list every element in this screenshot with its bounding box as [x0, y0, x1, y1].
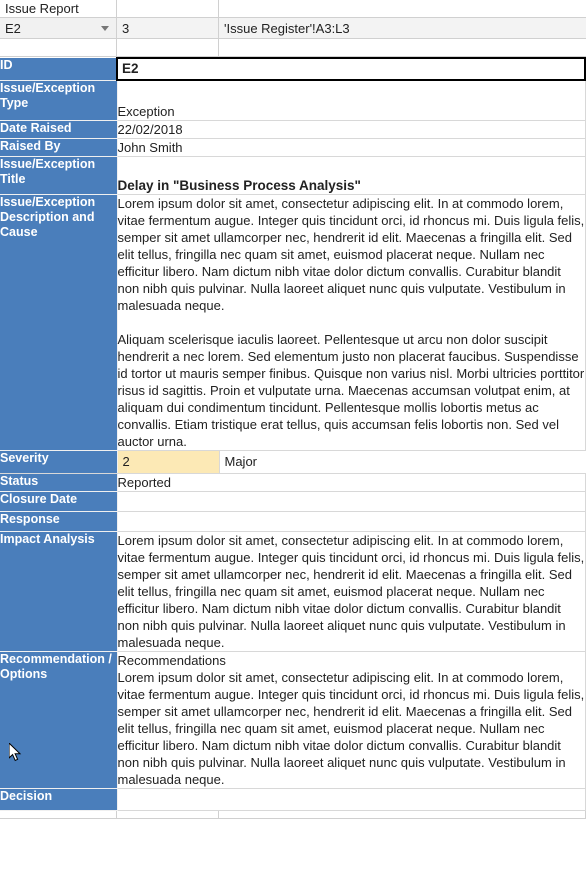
name-and-formula-row: E2 3 'Issue Register'!A3:L3: [0, 18, 586, 39]
table-row: Issue/Exception Title Delay in "Business…: [0, 156, 586, 195]
sheet-title-row: Issue Report: [0, 0, 586, 18]
table-row: Closure Date: [0, 491, 586, 512]
row-label-description: Issue/Exception Description and Cause: [0, 194, 118, 451]
table-row: Date Raised 22/02/2018: [0, 120, 586, 139]
table-row: Impact Analysis Lorem ipsum dolor sit am…: [0, 531, 586, 652]
title-row-spacer-c: [219, 0, 586, 17]
table-row: Response: [0, 511, 586, 532]
table-row: Status Reported: [0, 473, 586, 492]
severity-code-cell[interactable]: 2: [117, 451, 220, 473]
description-paragraph-1: Lorem ipsum dolor sit amet, consectetur …: [117, 196, 585, 313]
description-paragraph-2: Aliquam scelerisque iaculis laoreet. Pel…: [117, 332, 585, 449]
row-value-response[interactable]: [117, 511, 586, 532]
row-label-title: Issue/Exception Title: [0, 156, 118, 195]
row-label-type: Issue/Exception Type: [0, 80, 118, 121]
row-label-recommendation: Recommendation / Options: [0, 651, 118, 789]
chevron-down-icon[interactable]: [101, 26, 109, 31]
row-value-status[interactable]: Reported: [117, 473, 586, 492]
issue-report-table: ID E2 Issue/Exception Type Exception Dat…: [0, 57, 586, 811]
row-value-description[interactable]: Lorem ipsum dolor sit amet, consectetur …: [117, 194, 586, 451]
row-label-impact-analysis: Impact Analysis: [0, 531, 118, 652]
table-row: Raised By John Smith: [0, 138, 586, 157]
row-label-severity: Severity: [0, 450, 118, 474]
severity-label-cell[interactable]: Major: [219, 451, 586, 473]
blank-spacer-row: [0, 39, 586, 57]
bottom-cell-a: [0, 811, 117, 819]
bottom-cell-c: [219, 811, 586, 819]
spacer-cell-c: [219, 39, 586, 56]
row-label-date-raised: Date Raised: [0, 120, 118, 139]
bottom-partial-row: [0, 811, 586, 819]
row-value-title[interactable]: Delay in "Business Process Analysis": [117, 156, 586, 195]
row-label-decision: Decision: [0, 788, 118, 811]
title-row-spacer-b: [117, 0, 219, 17]
name-box-value: E2: [5, 20, 21, 36]
bottom-cell-b: [117, 811, 219, 819]
row-value-date-raised[interactable]: 22/02/2018: [117, 120, 586, 139]
name-box[interactable]: E2: [0, 18, 117, 38]
row-value-raised-by[interactable]: John Smith: [117, 138, 586, 157]
table-row: Recommendation / Options Recommendations…: [0, 651, 586, 789]
sheet-tab-title: Issue Report: [0, 0, 117, 17]
table-row: Decision: [0, 788, 586, 811]
formula-bar-region: Issue Report E2 3 'Issue Register'!A3:L3: [0, 0, 586, 57]
row-label-raised-by: Raised By: [0, 138, 118, 157]
recommendation-heading: Recommendations: [117, 653, 226, 668]
row-value-id[interactable]: E2: [116, 57, 586, 81]
row-value-closure-date[interactable]: [117, 491, 586, 512]
row-value-type[interactable]: Exception: [117, 80, 586, 121]
table-row: Severity 2 Major: [0, 450, 586, 474]
row-value-recommendation[interactable]: Recommendations Lorem ipsum dolor sit am…: [117, 651, 586, 789]
row-value-severity: 2 Major: [117, 450, 586, 474]
table-row: Issue/Exception Type Exception: [0, 80, 586, 121]
row-label-status: Status: [0, 473, 118, 492]
spacer-cell-b: [117, 39, 219, 56]
row-label-id: ID: [0, 58, 118, 81]
table-row: ID E2: [0, 57, 586, 81]
row-label-response: Response: [0, 511, 118, 532]
spacer-cell-a: [0, 39, 117, 56]
spreadsheet-issue-report: Issue Report E2 3 'Issue Register'!A3:L3…: [0, 0, 586, 888]
formula-input[interactable]: 'Issue Register'!A3:L3: [219, 18, 586, 38]
recommendation-body: Lorem ipsum dolor sit amet, consectetur …: [117, 670, 585, 787]
row-value-impact-analysis[interactable]: Lorem ipsum dolor sit amet, consectetur …: [117, 531, 586, 652]
row-value-decision[interactable]: [117, 788, 586, 811]
cell-b-value[interactable]: 3: [117, 18, 219, 38]
row-label-closure-date: Closure Date: [0, 491, 118, 512]
table-row: Issue/Exception Description and Cause Lo…: [0, 194, 586, 451]
